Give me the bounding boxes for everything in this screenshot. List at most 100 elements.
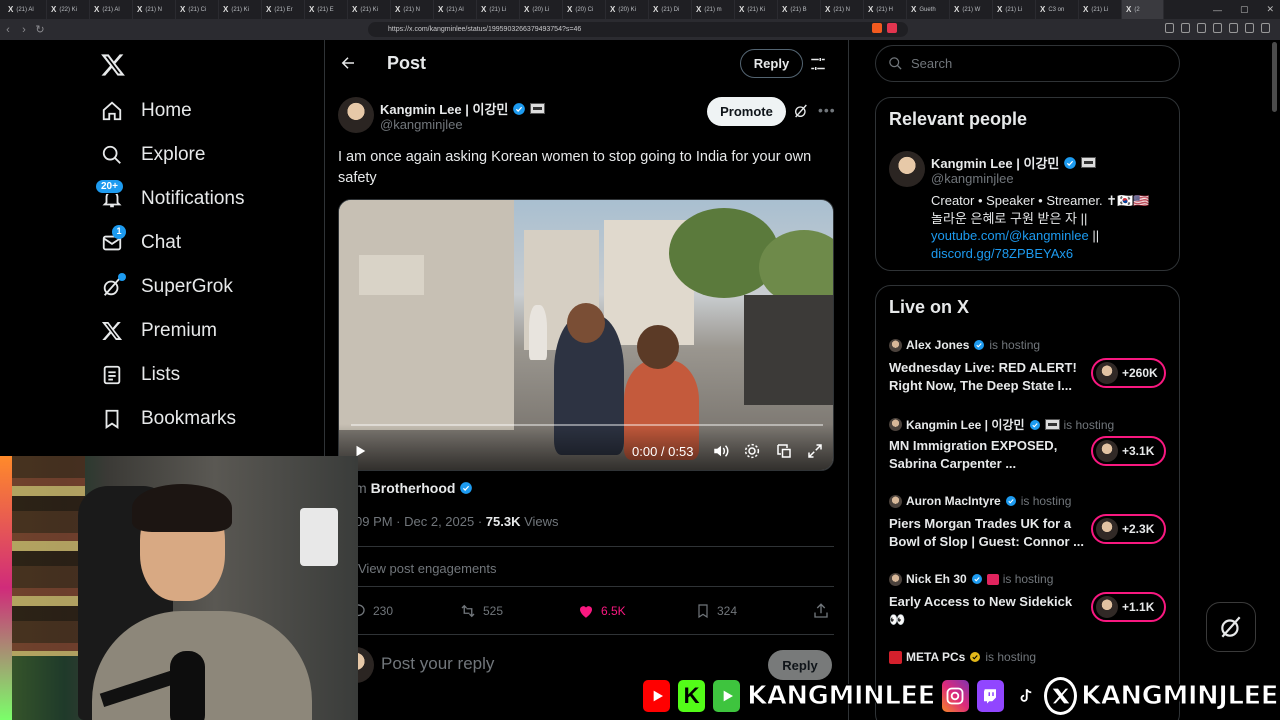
more-options-icon[interactable]: ••• [818,102,836,118]
minimize-icon[interactable]: — [1213,5,1222,15]
from-account-name[interactable]: Brotherhood [371,480,456,496]
live-item[interactable]: Nick Eh 30 is hosting Early Access to New … [889,572,1169,638]
browser-tab[interactable]: X (2 [1122,0,1164,19]
reload-icon[interactable]: ↻ [32,23,48,36]
video-progress-bar[interactable] [351,424,823,426]
nav-item-lists[interactable]: Lists [100,357,180,393]
restore-icon[interactable]: ▢ [1240,4,1249,15]
browser-tab[interactable]: X (22) Ki [47,0,90,19]
tab-title: (21) E [317,6,334,13]
repost-action[interactable]: 525 [459,602,503,620]
author-avatar[interactable] [338,97,374,133]
author-handle[interactable]: @kangminjlee [380,117,463,132]
browser-tab[interactable]: X (21) H [864,0,907,19]
back-nav-icon[interactable]: ‹ [0,24,16,36]
extension-icon[interactable] [1229,23,1238,33]
search-box[interactable] [875,45,1180,82]
back-arrow-icon[interactable] [339,54,357,72]
extension-icon[interactable] [1181,23,1190,33]
rewards-icon[interactable] [887,23,897,33]
extension-icon[interactable] [1165,23,1174,33]
sliders-icon[interactable] [809,55,827,73]
grok-floating-button[interactable] [1206,602,1256,652]
browser-tab[interactable]: X (21) Al [434,0,477,19]
live-item[interactable]: Kangmin Lee | 이강민 is hosting MN Immigratio… [889,416,1169,482]
reply-button-top[interactable]: Reply [740,49,803,78]
post-timestamp[interactable]: 09 PM · Dec 2, 2025 · [355,514,486,529]
live-listener-pill[interactable]: +2.3K [1091,514,1166,544]
x-favicon-icon: X [739,5,745,14]
browser-tab[interactable]: X (20) Ki [606,0,649,19]
brave-shield-icon[interactable] [872,23,882,33]
video-player[interactable]: 0:00 / 0:53 [338,199,834,471]
author-name-row[interactable]: Kangmin Lee | 이강민 [380,99,546,118]
tab-title: (21) Ci [188,6,207,13]
browser-tab[interactable]: X (21) W [950,0,993,19]
fullscreen-icon[interactable] [806,442,824,460]
picture-in-picture-icon[interactable] [775,442,793,460]
wallet-icon[interactable] [1245,23,1254,33]
volume-icon[interactable] [712,442,730,460]
relevant-avatar[interactable] [889,151,925,187]
browser-tab[interactable]: X (20) Ci [563,0,606,19]
nav-item-premium[interactable]: Premium [100,313,217,349]
browser-tab[interactable]: X (21) Ci [176,0,219,19]
menu-icon[interactable] [1261,23,1270,33]
page-scrollbar[interactable] [1272,42,1277,112]
live-listener-pill[interactable]: +260K [1091,358,1166,388]
browser-tab[interactable]: X (21) E [305,0,348,19]
live-listener-pill[interactable]: +3.1K [1091,436,1166,466]
browser-tab[interactable]: X (21) N [391,0,434,19]
bio-link-youtube[interactable]: youtube.com/@kangminlee [931,228,1089,243]
relevant-handle[interactable]: @kangminjlee [931,171,1014,186]
nav-item-home[interactable]: Home [100,93,192,129]
relevant-name[interactable]: Kangmin Lee | 이강민 [931,153,1059,172]
browser-tab[interactable]: X Gueth [907,0,950,19]
browser-tab[interactable]: X (20) Li [520,0,563,19]
search-input[interactable] [911,56,1161,71]
forward-nav-icon[interactable]: › [16,24,32,36]
relevant-name-row[interactable]: Kangmin Lee | 이강민 [931,153,1097,172]
live-item[interactable]: Auron MacIntyre is hosting Piers Morgan Tr… [889,494,1169,560]
bookmark-action[interactable]: 324 [695,602,737,620]
browser-tab[interactable]: X (21) N [133,0,176,19]
from-attribution[interactable]: m Brotherhood [355,480,473,496]
browser-tab[interactable]: X (21) B [778,0,821,19]
extension-icon[interactable] [1213,23,1222,33]
browser-tab[interactable]: X (21) Ki [735,0,778,19]
extension-icon[interactable] [1197,23,1206,33]
browser-tab[interactable]: X (21) Li [1079,0,1122,19]
browser-tab[interactable]: X (21) Ki [219,0,262,19]
nav-item-bookmarks[interactable]: Bookmarks [100,401,236,437]
nav-item-supergrok[interactable]: SuperGrok [100,269,233,305]
browser-tab[interactable]: X (21) Al [90,0,133,19]
like-action[interactable]: 6.5K [577,602,626,620]
bio-link-discord[interactable]: discord.gg/78ZPBEYAx6 [931,246,1073,261]
reply-input[interactable] [381,654,681,674]
live-listener-pill[interactable]: +1.1K [1091,592,1166,622]
view-engagements-link[interactable]: View post engagements [358,561,497,576]
promote-button[interactable]: Promote [707,97,786,126]
browser-tab[interactable]: X (21) m [692,0,735,19]
browser-tab[interactable]: X (21) N [821,0,864,19]
browser-tab[interactable]: X (21) Er [262,0,305,19]
window-controls: — ▢ ✕ [1213,0,1274,19]
share-action[interactable] [812,602,830,620]
author-name[interactable]: Kangmin Lee | 이강민 [380,99,508,118]
settings-gear-icon[interactable] [743,442,761,460]
browser-tab[interactable]: X C3 on [1036,0,1079,19]
browser-tab[interactable]: X (21) Ki [348,0,391,19]
browser-tab[interactable]: X (21) Li [993,0,1036,19]
browser-tab[interactable]: X (21) Al [4,0,47,19]
browser-tab[interactable]: X (21) Di [649,0,692,19]
tab-title: (21) Li [489,6,507,13]
x-logo-icon[interactable] [100,52,126,78]
grok-icon[interactable] [793,103,809,119]
browser-tab[interactable]: X (21) Li [477,0,520,19]
url-field[interactable]: https://x.com/kangminlee/status/19959032… [368,22,908,37]
nav-item-explore[interactable]: Explore [100,137,205,173]
close-window-icon[interactable]: ✕ [1266,4,1274,15]
nav-item-chat[interactable]: 1 Chat [100,225,181,261]
live-item[interactable]: Alex Jones is hosting Wednesday Live: RED … [889,338,1169,404]
nav-item-notifications[interactable]: 20+ Notifications [95,179,245,217]
